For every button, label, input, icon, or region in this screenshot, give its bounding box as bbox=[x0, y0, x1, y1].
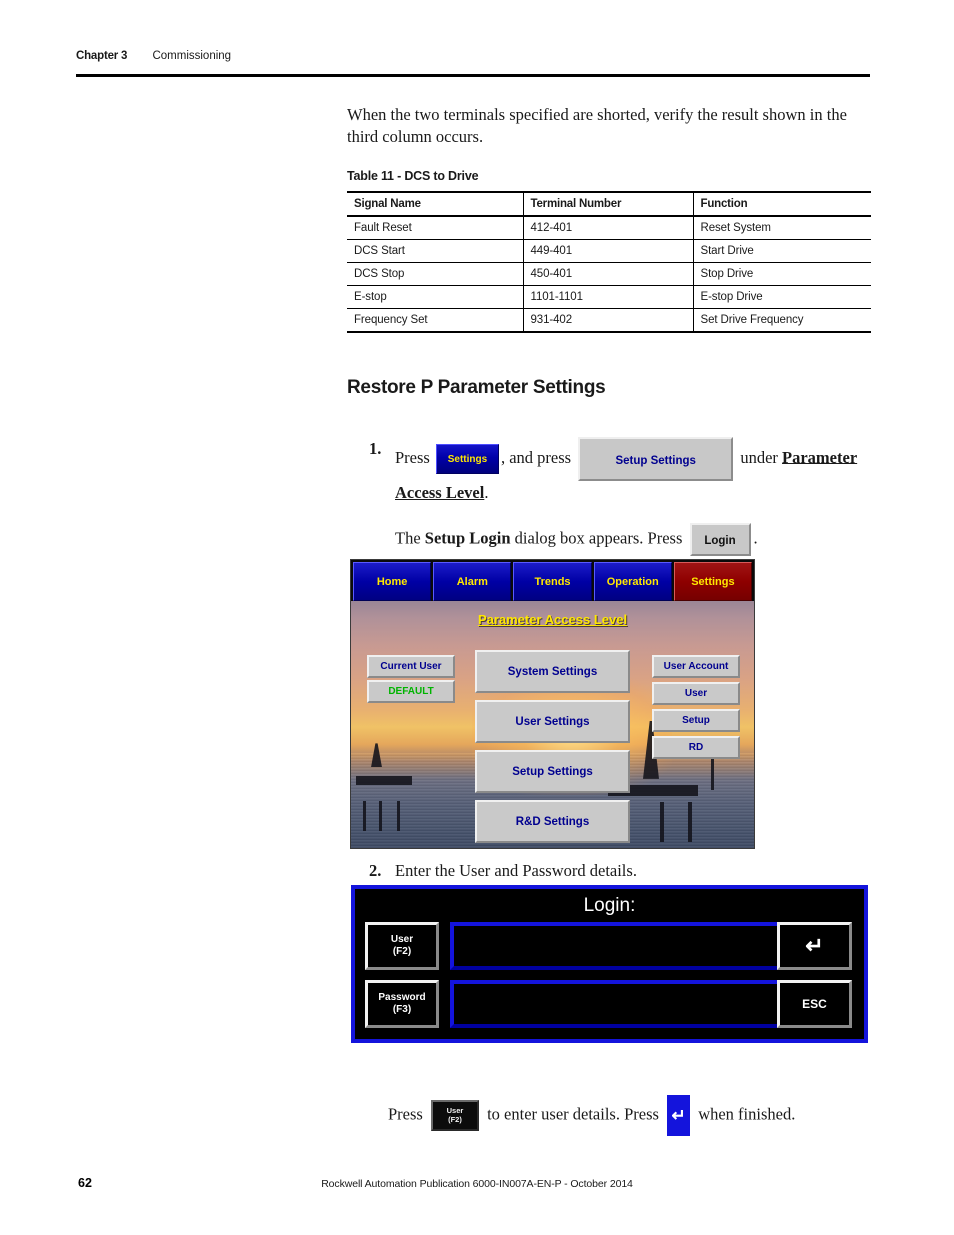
table-row: DCS Start 449-401 Start Drive bbox=[347, 239, 871, 263]
hmi-user-account-label: User Account bbox=[652, 655, 740, 678]
table-row: Fault Reset 412-401 Reset System bbox=[347, 215, 871, 240]
user-input-field[interactable] bbox=[450, 922, 787, 970]
user-key-label: User bbox=[390, 933, 414, 945]
column-header-function: Function bbox=[692, 190, 871, 217]
step-1-text-c: under bbox=[740, 447, 778, 467]
header-divider bbox=[76, 74, 870, 77]
hmi-user-settings-button[interactable]: User Settings bbox=[475, 700, 630, 743]
step-1: 1. Press Settings, and press Setup Setti… bbox=[347, 436, 871, 506]
hmi-system-settings-button[interactable]: System Settings bbox=[475, 650, 630, 693]
cell-signal-name: Fault Reset bbox=[347, 215, 523, 240]
final-text-b: to enter user details. Press bbox=[487, 1104, 659, 1124]
password-input-field[interactable] bbox=[450, 980, 787, 1028]
password-key-shortcut: (F3) bbox=[392, 1004, 412, 1015]
step-2-text: Enter the User and Password details. bbox=[395, 861, 637, 880]
final-text-a: Press bbox=[388, 1104, 423, 1124]
step-1-text-a: Press bbox=[395, 447, 430, 467]
enter-key-icon[interactable]: ↵ bbox=[777, 922, 852, 970]
intro-paragraph: When the two terminals specified are sho… bbox=[347, 105, 847, 147]
login-button-chip[interactable]: Login bbox=[689, 523, 751, 557]
column-header-signal-name: Signal Name bbox=[347, 190, 523, 217]
setup-login-text-c: . bbox=[753, 528, 758, 548]
hmi-rd-settings-button[interactable]: R&D Settings bbox=[475, 800, 630, 843]
nav-tab-trends[interactable]: Trends bbox=[513, 562, 592, 601]
cell-function: E-stop Drive bbox=[692, 285, 871, 309]
user-f2-button-chip[interactable]: User (F2) bbox=[430, 1100, 479, 1131]
step-2: 2. Enter the User and Password details. bbox=[347, 860, 871, 881]
hmi-rd-button[interactable]: RD bbox=[652, 736, 740, 759]
oil-rig-right-leg bbox=[660, 802, 664, 843]
oil-rig-left-leg bbox=[379, 800, 382, 831]
cell-terminal-number: 931-402 bbox=[522, 308, 693, 333]
table-header-row: Signal Name Terminal Number Function bbox=[347, 190, 871, 217]
oil-rig-right-leg bbox=[688, 802, 692, 843]
hmi-user-button[interactable]: User bbox=[652, 682, 740, 705]
login-dialog: Login: User (F2) Password (F3) ↵ ESC bbox=[351, 885, 868, 1043]
table-row: E-stop 1101-1101 E-stop Drive bbox=[347, 285, 871, 309]
oil-rig-left-leg bbox=[363, 800, 366, 831]
hmi-current-user-label: Current User bbox=[367, 655, 455, 678]
page-header: Chapter 3 Commissioning bbox=[76, 50, 870, 62]
cell-terminal-number: 412-401 bbox=[522, 215, 693, 240]
nav-tab-settings[interactable]: Settings bbox=[673, 562, 753, 601]
oil-rig-left-leg bbox=[397, 800, 400, 831]
column-header-terminal-number: Terminal Number bbox=[522, 190, 693, 217]
cell-signal-name: DCS Start bbox=[347, 239, 523, 263]
oil-rig-left bbox=[356, 775, 412, 785]
setup-login-note: The Setup Login dialog box appears. Pres… bbox=[395, 523, 871, 557]
table-caption: Table 11 - DCS to Drive bbox=[347, 168, 479, 183]
section-heading: Restore P Parameter Settings bbox=[347, 376, 606, 398]
hmi-screen-title: Parameter Access Level bbox=[477, 612, 628, 627]
user-f2-chip-shortcut: (F2) bbox=[448, 1114, 462, 1124]
user-key-button[interactable]: User (F2) bbox=[365, 922, 439, 970]
enter-button-chip[interactable]: ↵ bbox=[667, 1095, 691, 1136]
nav-tab-operation[interactable]: Operation bbox=[593, 562, 672, 601]
setup-settings-button-chip[interactable]: Setup Settings bbox=[578, 436, 734, 481]
step-1-text-b: , and press bbox=[500, 447, 572, 467]
user-key-shortcut: (F2) bbox=[392, 946, 412, 957]
cell-function: Start Drive bbox=[692, 239, 871, 263]
table-row: Frequency Set 931-402 Set Drive Frequenc… bbox=[347, 308, 871, 333]
setup-login-emphasis: Setup Login bbox=[424, 528, 511, 548]
cell-signal-name: DCS Stop bbox=[347, 262, 523, 286]
cell-signal-name: E-stop bbox=[347, 285, 523, 309]
oil-rig-left-derrick bbox=[371, 743, 382, 768]
footer-publication: Rockwell Automation Publication 6000-IN0… bbox=[321, 1178, 633, 1190]
step-2-container: 2. Enter the User and Password details. bbox=[347, 860, 871, 881]
cell-terminal-number: 1101-1101 bbox=[522, 285, 693, 309]
final-instruction-paragraph: Press User (F2) to enter user details. P… bbox=[388, 1095, 868, 1136]
step-2-number: 2. bbox=[369, 861, 382, 880]
cell-function: Stop Drive bbox=[692, 262, 871, 286]
esc-key-button[interactable]: ESC bbox=[777, 980, 852, 1028]
table-row: DCS Stop 450-401 Stop Drive bbox=[347, 262, 871, 286]
step-1-body: Press Settings, and press Setup Settings… bbox=[395, 436, 871, 506]
hmi-screenshot-parameter-access-level: Home Alarm Trends Operation Settings Par… bbox=[350, 559, 755, 849]
hmi-current-user-value: DEFAULT bbox=[367, 680, 455, 703]
hmi-setup-button[interactable]: Setup bbox=[652, 709, 740, 732]
main-content: When the two terminals specified are sho… bbox=[347, 104, 871, 557]
nav-tab-alarm[interactable]: Alarm bbox=[433, 562, 512, 601]
hmi-navigation-bar: Home Alarm Trends Operation Settings bbox=[351, 560, 754, 601]
dcs-to-drive-table: Signal Name Terminal Number Function Fau… bbox=[347, 190, 871, 333]
settings-button-chip[interactable]: Settings bbox=[435, 443, 499, 474]
cell-function: Set Drive Frequency bbox=[692, 308, 871, 333]
chapter-title: Commissioning bbox=[152, 50, 232, 62]
step-1-text-d: . bbox=[484, 482, 489, 502]
nav-tab-home[interactable]: Home bbox=[353, 562, 432, 601]
password-key-button[interactable]: Password (F3) bbox=[365, 980, 439, 1028]
final-text-c: when finished. bbox=[698, 1104, 796, 1124]
password-key-label: Password bbox=[378, 991, 426, 1003]
cell-signal-name: Frequency Set bbox=[347, 308, 523, 333]
hmi-setup-settings-button[interactable]: Setup Settings bbox=[475, 750, 630, 793]
step-1-number: 1. bbox=[369, 438, 382, 458]
chapter-number: Chapter 3 bbox=[76, 50, 128, 62]
setup-login-text-b: dialog box appears. Press bbox=[514, 528, 683, 548]
cell-function: Reset System bbox=[692, 215, 871, 240]
cell-terminal-number: 450-401 bbox=[522, 262, 693, 286]
cell-terminal-number: 449-401 bbox=[522, 239, 693, 263]
login-dialog-title: Login: bbox=[583, 895, 636, 916]
setup-login-text-a: The bbox=[395, 528, 421, 548]
